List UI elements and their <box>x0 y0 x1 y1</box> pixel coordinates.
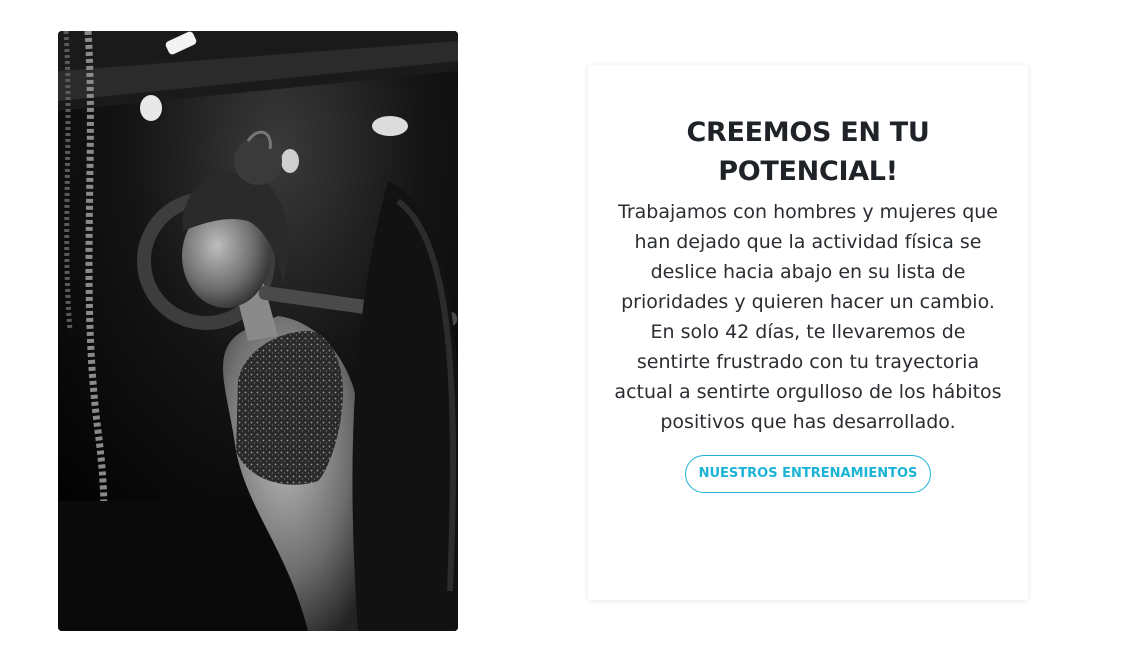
info-card: CREEMOS EN TU POTENCIAL! Trabajamos con … <box>588 65 1028 600</box>
gym-photo-illustration <box>58 31 458 631</box>
card-title: CREEMOS EN TU POTENCIAL! <box>686 117 930 187</box>
card-description: Trabajamos con hombres y mujeres que han… <box>614 201 1002 433</box>
workouts-button[interactable]: NUESTROS ENTRENAMIENTOS <box>684 455 932 493</box>
page: CREEMOS EN TU POTENCIAL! Trabajamos con … <box>0 0 1123 646</box>
hero-photo <box>58 31 458 631</box>
